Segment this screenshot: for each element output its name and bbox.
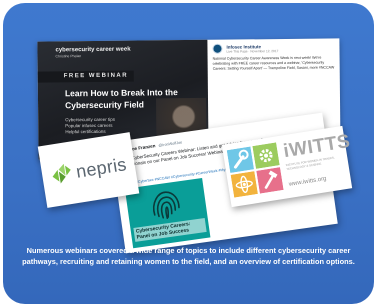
free-webinar-chip: FREE WEBINAR [37, 70, 135, 83]
post-header: Infosec Institute Live This Page · Novem… [212, 42, 334, 54]
content-tile: cybersecurity career week Christine Phel… [3, 3, 374, 304]
nepris-wordmark: nepris [74, 153, 128, 182]
wrench-icon [226, 146, 255, 173]
org-avatar [212, 43, 223, 54]
tweet-handle: @IronWolfJoe [158, 139, 183, 148]
org-meta: Live This Page · November 12, 2017 [226, 48, 279, 54]
webinar-bullet: Helpful certifications [65, 128, 106, 135]
video-author: Christine Phelan [55, 54, 82, 59]
iwitts-icon-grid [226, 142, 286, 200]
nepris-logo-icon [52, 163, 71, 184]
caption-text: Numerous webinars covered a wide range o… [22, 246, 355, 266]
atom-icon [230, 171, 258, 198]
tweet-image-title: Cybersecurity Careers: Panel on Job Succ… [133, 218, 207, 242]
video-title: cybersecurity career week [55, 46, 131, 54]
tweet-author: Joe Franzen [129, 143, 156, 152]
video-header: cybersecurity career week Christine Phel… [55, 47, 130, 59]
webinar-bullets: Cybersecurity career tips Popular infose… [65, 117, 115, 136]
post-body: Infosec Institute Live This Page · Novem… [212, 42, 334, 71]
hammer-icon [256, 167, 284, 194]
iwitts-url: www.iwitts.org [288, 176, 327, 188]
fingerprint-icon [153, 191, 180, 220]
gear-icon [252, 142, 280, 169]
post-text: National Cybersecurity Career Awareness … [212, 55, 335, 71]
